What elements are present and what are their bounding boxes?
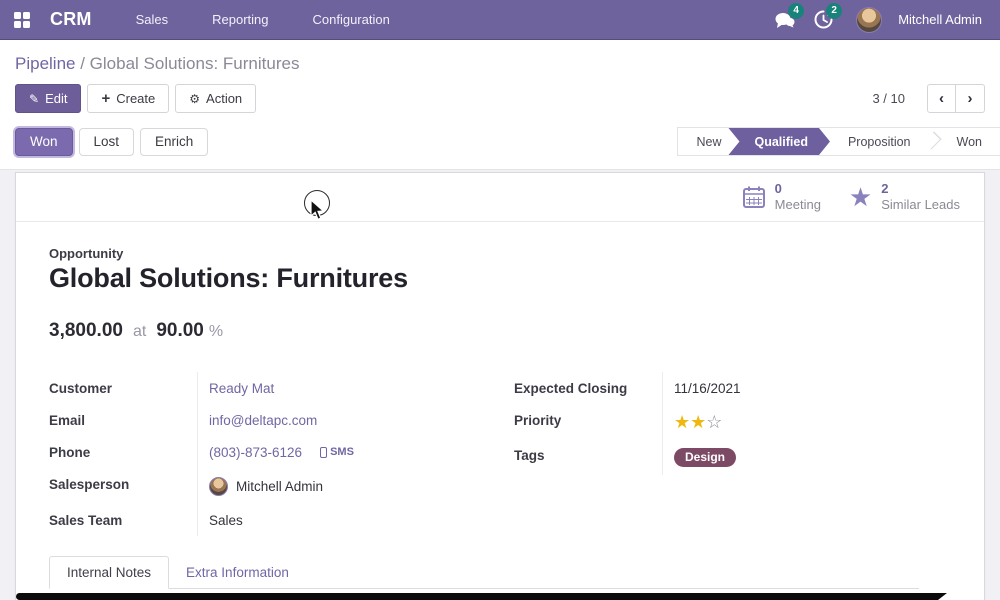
stat-button-strip: 0 Meeting ★ 2 Similar Leads (16, 173, 984, 222)
opportunity-form-card: 0 Meeting ★ 2 Similar Leads Opportunity … (15, 172, 985, 600)
meeting-label: Meeting (775, 197, 821, 213)
pager-counter: 3 / 10 (872, 91, 905, 106)
expected-revenue-row: 3,800.00 at 90.00 % (49, 320, 951, 342)
stage-separator (929, 128, 939, 155)
meeting-stat-button[interactable]: 0 Meeting (728, 173, 835, 221)
stage-qualified[interactable]: Qualified (728, 128, 829, 155)
calendar-icon (742, 185, 766, 209)
sales-team-value[interactable]: Sales (209, 513, 243, 528)
action-button[interactable]: ⚙ Action (175, 84, 256, 113)
priority-stars: ★ ★ ☆ (662, 404, 951, 439)
sms-button[interactable]: SMS (320, 446, 354, 458)
similar-leads-count: 2 (881, 181, 960, 197)
messages-icon[interactable]: 4 (770, 5, 800, 35)
opportunity-title: Global Solutions: Furnitures (49, 263, 951, 294)
breadcrumb-current: / Global Solutions: Furnitures (76, 54, 300, 73)
priority-star-2-icon[interactable]: ★ (690, 413, 706, 431)
record-pager: 3 / 10 ‹ › (872, 84, 985, 113)
customer-label: Customer (49, 372, 197, 404)
action-button-label: Action (206, 91, 242, 106)
create-button[interactable]: + Create (87, 84, 169, 113)
nav-item-sales[interactable]: Sales (136, 12, 169, 27)
messages-count-badge: 4 (788, 3, 804, 19)
similar-leads-stat-button[interactable]: ★ 2 Similar Leads (835, 173, 974, 221)
gear-icon: ⚙ (189, 92, 200, 106)
tab-bar: Internal Notes Extra Information (49, 556, 919, 589)
user-avatar[interactable] (856, 7, 882, 33)
phone-value-link[interactable]: (803)-873-6126 (209, 445, 302, 460)
percent-sign: % (209, 323, 223, 341)
apps-menu-icon[interactable] (14, 12, 30, 28)
activities-icon[interactable]: 2 (808, 5, 838, 35)
form-sheet: Opportunity Global Solutions: Furnitures… (16, 222, 984, 589)
mark-won-button[interactable]: Won (15, 128, 73, 156)
email-label: Email (49, 404, 197, 436)
tags-label: Tags (514, 439, 662, 475)
nav-item-reporting[interactable]: Reporting (212, 12, 268, 27)
expected-revenue-value: 3,800.00 (49, 320, 123, 342)
statusbar: Won Lost Enrich New Qualified Propositio… (15, 127, 985, 169)
right-field-group: Expected Closing 11/16/2021 Priority ★ ★… (514, 372, 951, 475)
customer-value-link[interactable]: Ready Mat (209, 381, 274, 396)
salesperson-label: Salesperson (49, 468, 197, 504)
probability-value: 90.00 (156, 320, 204, 342)
at-label: at (133, 323, 146, 341)
app-brand[interactable]: CRM (50, 9, 92, 30)
edit-button[interactable]: ✎ Edit (15, 84, 81, 113)
toolbar: ✎ Edit + Create ⚙ Action 3 / 10 ‹ › (15, 84, 985, 127)
mobile-phone-icon (320, 447, 327, 458)
nav-item-configuration[interactable]: Configuration (313, 12, 390, 27)
breadcrumb: Pipeline / Global Solutions: Furnitures (15, 50, 985, 84)
mouse-cursor (310, 199, 327, 221)
field-groups: Customer Ready Mat Email info@deltapc.co… (49, 372, 951, 536)
stage-proposition[interactable]: Proposition (830, 128, 929, 155)
breadcrumb-pipeline-link[interactable]: Pipeline (15, 54, 76, 73)
pager-previous-button[interactable]: ‹ (927, 84, 956, 113)
pager-next-button[interactable]: › (956, 84, 985, 113)
edit-button-label: Edit (45, 91, 67, 106)
expected-closing-value[interactable]: 11/16/2021 (674, 381, 741, 396)
tab-internal-notes[interactable]: Internal Notes (49, 556, 169, 589)
crm-app-window: CRM Sales Reporting Configuration 4 (0, 0, 1000, 600)
chevron-left-icon: ‹ (939, 90, 944, 107)
mark-lost-button[interactable]: Lost (79, 128, 135, 156)
meeting-count: 0 (775, 181, 821, 197)
stage-won[interactable]: Won (939, 128, 1000, 155)
chevron-right-icon: › (968, 90, 973, 107)
tag-design[interactable]: Design (674, 448, 736, 467)
sms-label: SMS (330, 446, 354, 458)
control-panel: Pipeline / Global Solutions: Furnitures … (0, 40, 1000, 170)
stage-pipeline: New Qualified Proposition Won (677, 127, 1000, 156)
tab-extra-information[interactable]: Extra Information (169, 557, 306, 588)
pencil-icon: ✎ (29, 92, 39, 106)
email-value-link[interactable]: info@deltapc.com (209, 413, 317, 428)
create-button-label: Create (116, 91, 155, 106)
priority-label: Priority (514, 404, 662, 439)
user-menu[interactable]: Mitchell Admin (898, 12, 982, 27)
salesperson-value[interactable]: Mitchell Admin (236, 479, 323, 494)
priority-star-1-icon[interactable]: ★ (674, 413, 690, 431)
phone-label: Phone (49, 436, 197, 468)
salesperson-avatar (209, 477, 228, 496)
expected-closing-label: Expected Closing (514, 372, 662, 404)
playback-progress-bar (16, 593, 947, 600)
similar-leads-label: Similar Leads (881, 197, 960, 213)
priority-star-3-icon[interactable]: ☆ (706, 413, 722, 431)
record-type-label: Opportunity (49, 246, 951, 261)
left-field-group: Customer Ready Mat Email info@deltapc.co… (49, 372, 486, 536)
plus-icon: + (101, 90, 110, 107)
enrich-button[interactable]: Enrich (140, 128, 208, 156)
sales-team-label: Sales Team (49, 504, 197, 536)
activities-count-badge: 2 (826, 3, 842, 19)
notebook: Internal Notes Extra Information (49, 556, 951, 589)
stage-new[interactable]: New (678, 128, 739, 155)
star-icon: ★ (849, 184, 872, 210)
top-nav: CRM Sales Reporting Configuration 4 (0, 0, 1000, 40)
